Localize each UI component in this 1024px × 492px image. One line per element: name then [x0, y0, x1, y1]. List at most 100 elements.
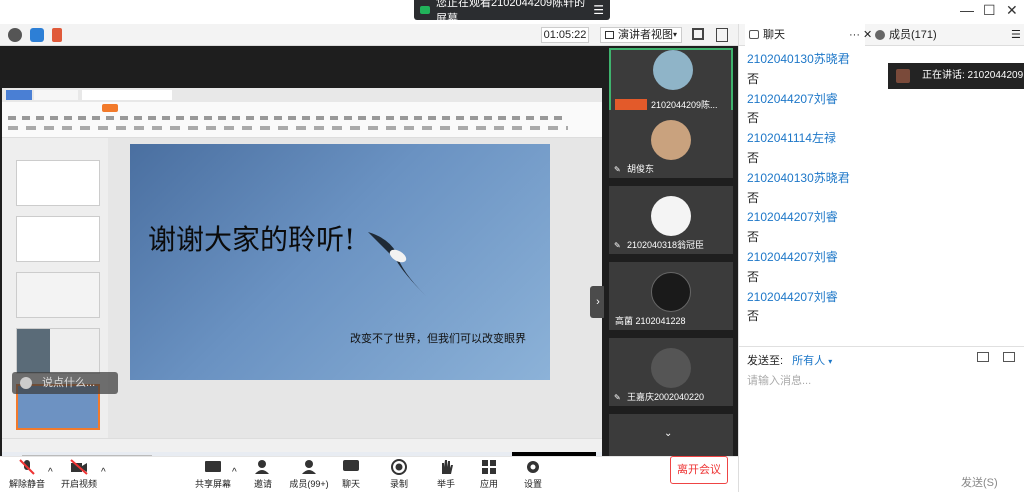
members-button[interactable]: 成员(99+): [284, 459, 334, 491]
side-panel: 聊天 ··· ✕ 成员(171) ☰ 2102040130苏晓君 否 21020…: [738, 24, 1024, 492]
message-text: 否: [747, 111, 760, 126]
meeting-toolbar: 01:05:22 演讲者视图 ▾: [0, 24, 738, 46]
apps-button[interactable]: 应用: [466, 459, 512, 491]
start-video-button[interactable]: 开启视频: [56, 459, 102, 491]
send-button[interactable]: 发送(S): [961, 474, 998, 490]
maximize-icon[interactable]: ☐: [983, 2, 996, 19]
shield-icon[interactable]: [30, 28, 44, 42]
minimize-icon[interactable]: —: [960, 2, 974, 18]
participant-tile[interactable]: ✎ 2102040318翁冠臣: [609, 186, 733, 254]
slide-canvas: 谢谢大家的聆听! 改变不了世界，但我们可以改变眼界: [108, 138, 602, 438]
floating-chat-placeholder: 说点什么...: [42, 377, 96, 389]
scroll-down-icon[interactable]: ⌄: [664, 428, 672, 439]
chevron-down-icon: ▾: [672, 30, 677, 39]
share-screen-button[interactable]: 共享屏幕: [190, 459, 236, 491]
avatar: [651, 272, 691, 312]
message-sender: 2102044207刘睿: [747, 249, 838, 264]
avatar: [651, 196, 691, 236]
message-text: 否: [747, 309, 760, 324]
leave-meeting-button[interactable]: 离开会议: [670, 456, 728, 484]
chevron-up-icon[interactable]: ^: [101, 467, 106, 478]
message-text: 否: [747, 269, 760, 284]
info-icon[interactable]: [8, 28, 22, 42]
participant-tile[interactable]: 2102044209陈...: [609, 48, 733, 116]
chat-icon: [749, 30, 759, 39]
participant-tile[interactable]: ✎ 胡俊东: [609, 110, 733, 178]
record-button[interactable]: 录制: [376, 459, 422, 491]
close-icon[interactable]: ✕: [1006, 2, 1018, 19]
mic-muted-icon: ✎: [614, 393, 621, 402]
participant-name: 王嘉庆2002040220: [627, 392, 705, 402]
share-banner-text: 您正在观看2102044209陈轩的屏幕: [436, 0, 586, 25]
shared-screen-area: 谢谢大家的聆听! 改变不了世界，但我们可以改变眼界 说点什么... ›: [0, 46, 606, 472]
chevron-up-icon[interactable]: ^: [48, 467, 53, 478]
presentation-ribbon: [2, 102, 602, 138]
shared-screen: 谢谢大家的聆听! 改变不了世界，但我们可以改变眼界: [2, 88, 602, 472]
tab-chat[interactable]: 聊天 ··· ✕: [745, 24, 872, 46]
participant-tile[interactable]: 高菌 2102041228: [609, 262, 733, 330]
presentation-app-tabs: [2, 88, 602, 102]
mic-muted-icon: ✎: [614, 241, 621, 250]
tab-members[interactable]: 成员(171): [873, 24, 1013, 46]
video-off-icon: [70, 459, 88, 475]
share-screen-icon: [205, 461, 221, 472]
avatar: [653, 50, 693, 90]
layout-icon[interactable]: [716, 28, 728, 42]
menu-icon[interactable]: ☰: [593, 3, 604, 17]
mic-muted-icon: ✎: [614, 165, 621, 174]
share-banner[interactable]: 您正在观看2102044209陈轩的屏幕 ☰: [414, 0, 610, 25]
slide-thumbnail[interactable]: [16, 160, 100, 206]
message-input[interactable]: 请输入消息...: [747, 372, 811, 388]
members-icon: [875, 30, 885, 40]
grid-icon: [605, 31, 614, 39]
message-sender: 2102044207刘睿: [747, 289, 838, 304]
chat-messages: 2102040130苏晓君 否 2102044207刘睿 否 210204111…: [747, 50, 1017, 327]
chevron-down-icon[interactable]: ▾: [828, 357, 832, 366]
mic-off-icon: [19, 459, 35, 475]
panel-menu-icon[interactable]: ☰: [1011, 24, 1021, 46]
slide-subtitle: 改变不了世界，但我们可以改变眼界: [350, 332, 526, 345]
speaker-avatar: [896, 69, 910, 83]
settings-button[interactable]: 设置: [510, 459, 556, 491]
record-icon: [391, 459, 407, 475]
floating-chat-input[interactable]: 说点什么...: [12, 372, 118, 394]
meeting-timer: 01:05:22: [541, 27, 589, 43]
speaking-indicator: 正在讲话: 2102044209陈: [888, 63, 1024, 107]
seagull-image: [368, 232, 426, 296]
invite-button[interactable]: 邀请: [240, 459, 286, 491]
message-text: 否: [747, 150, 760, 165]
chat-button[interactable]: 聊天: [328, 459, 374, 491]
raise-hand-button[interactable]: 举手: [423, 459, 469, 491]
gear-icon: [527, 461, 539, 473]
slide-thumbnail[interactable]: [16, 328, 100, 374]
more-icon[interactable]: ···: [849, 24, 860, 46]
fullscreen-icon[interactable]: [692, 28, 704, 40]
file-icon[interactable]: [977, 352, 989, 362]
message-sender: 2102044207刘睿: [747, 210, 838, 225]
screenshot-icon[interactable]: [1003, 352, 1015, 362]
hand-icon: [442, 460, 453, 474]
slide-thumbnail[interactable]: [16, 272, 100, 318]
invite-icon: [255, 460, 269, 474]
send-to-select[interactable]: 所有人: [792, 355, 825, 367]
panel-tabs: 聊天 ··· ✕ 成员(171) ☰: [739, 24, 1024, 46]
message-sender: 2102041114左禄: [747, 131, 836, 146]
message-text: 否: [747, 230, 760, 245]
unmute-button[interactable]: 解除静音: [4, 459, 50, 491]
chevron-up-icon[interactable]: ^: [232, 467, 237, 478]
avatar: [651, 120, 691, 160]
send-to-row: 发送至: 所有人 ▾: [747, 352, 832, 368]
slide-thumbnail[interactable]: [16, 216, 100, 262]
participant-tile[interactable]: ✎ 王嘉庆2002040220: [609, 338, 733, 406]
participant-tiles: 2102044209陈... ✎ 胡俊东 ✎ 2102040318翁冠臣 高菌 …: [604, 46, 738, 456]
meeting-controls: 解除静音 ^ 开启视频 ^ 共享屏幕 ^ 邀请 成员(99+) 聊天 录制 举手…: [0, 456, 738, 492]
view-mode-select[interactable]: 演讲者视图 ▾: [600, 27, 682, 43]
participant-name: 高菌 2102041228: [615, 316, 686, 326]
members-icon: [302, 460, 316, 474]
close-icon[interactable]: ✕: [863, 24, 872, 46]
signal-icon[interactable]: [52, 28, 62, 42]
apps-icon: [482, 460, 496, 474]
participant-name: 2102040318翁冠臣: [627, 240, 705, 250]
avatar: [651, 348, 691, 388]
participant-tile[interactable]: ⌄: [609, 414, 733, 456]
